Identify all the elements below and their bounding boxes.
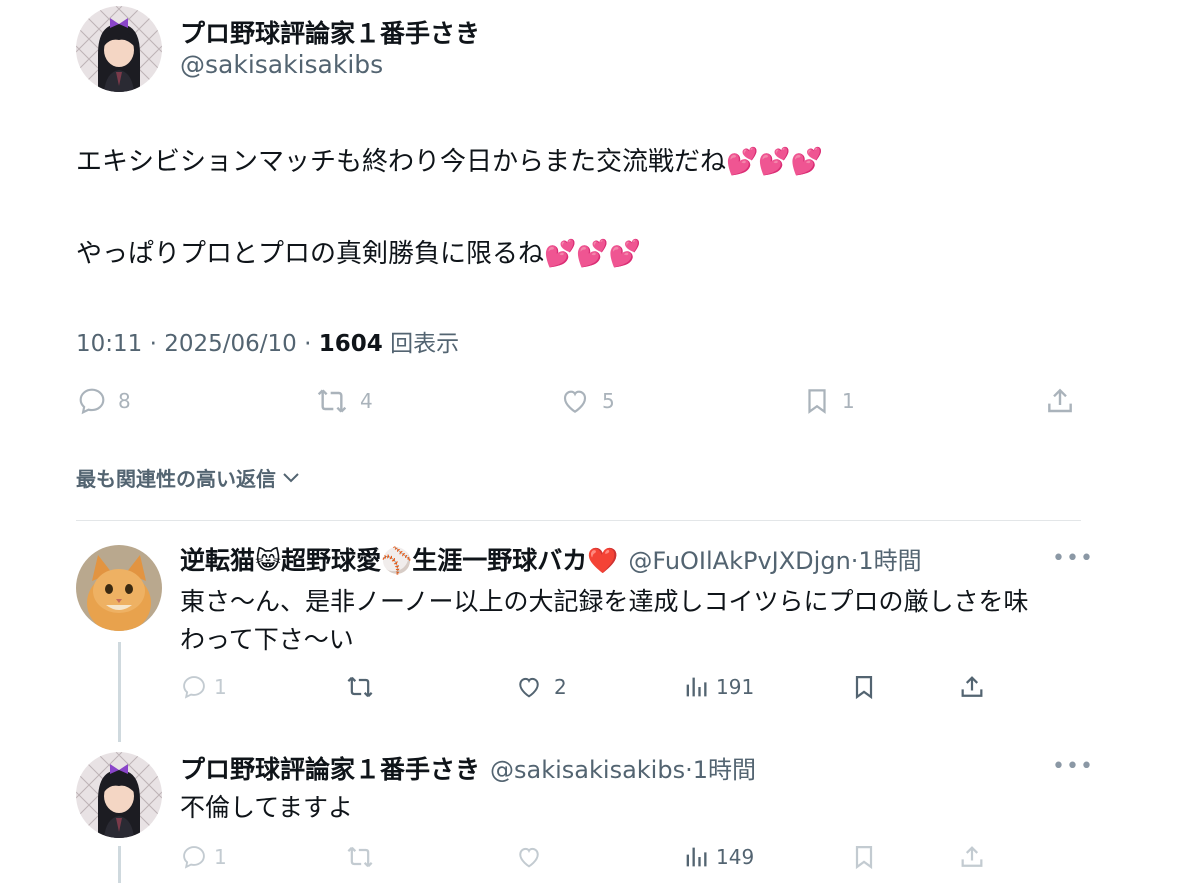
reply-avatar[interactable] bbox=[76, 752, 162, 838]
tweet-meta: 10:11 · 2025/06/10 · 1604 回表示 bbox=[76, 324, 459, 358]
retweet-count: 4 bbox=[360, 389, 373, 413]
like-button[interactable]: 2 bbox=[514, 673, 567, 701]
reply-button[interactable]: 8 bbox=[76, 385, 131, 417]
reply-icon bbox=[183, 846, 205, 869]
reply-time[interactable]: ·1時間 bbox=[685, 750, 756, 785]
bookmark-icon bbox=[855, 675, 873, 700]
views-count: 191 bbox=[716, 675, 755, 699]
views-count: 149 bbox=[716, 845, 755, 869]
share-button[interactable] bbox=[958, 673, 986, 701]
more-options-icon[interactable]: ••• bbox=[1052, 754, 1094, 779]
tweet-date[interactable]: 2025/06/10 bbox=[164, 331, 297, 357]
retweet-button[interactable] bbox=[344, 673, 376, 701]
tweet-time[interactable]: 10:11 bbox=[76, 331, 142, 357]
thread-connector bbox=[118, 642, 121, 742]
reply-button[interactable]: 1 bbox=[180, 673, 227, 701]
like-count: 5 bbox=[602, 389, 615, 413]
retweet-icon bbox=[347, 846, 373, 868]
bookmark-count: 1 bbox=[842, 389, 855, 413]
reply-avatar[interactable] bbox=[76, 545, 162, 631]
reply-icon bbox=[183, 676, 205, 699]
reply-count: 8 bbox=[118, 389, 131, 413]
retweet-button[interactable] bbox=[344, 843, 376, 871]
girl-avatar-icon bbox=[76, 6, 162, 92]
heart-icon bbox=[519, 677, 539, 698]
tweet-text-line-2: やっぱりプロとプロの真剣勝負に限るね💕💕💕 bbox=[76, 239, 642, 269]
meta-separator: · bbox=[304, 331, 319, 357]
retweet-icon bbox=[317, 389, 347, 413]
share-icon bbox=[1048, 388, 1072, 413]
reply-header: プロ野球評論家１番手さき @sakisakisakibs ·1時間 bbox=[180, 750, 756, 786]
bookmark-icon bbox=[855, 845, 873, 870]
views-button[interactable]: 149 bbox=[682, 843, 754, 871]
tweet-text-line-1: エキシビションマッチも終わり今日からまた交流戦だね💕💕💕 bbox=[76, 147, 824, 177]
thread-connector bbox=[118, 846, 121, 883]
reply-author-name[interactable]: 逆転猫😸超野球愛⚾生涯一野球バカ❤️ bbox=[180, 541, 618, 577]
heart-icon bbox=[563, 390, 587, 413]
views-button[interactable]: 191 bbox=[682, 673, 754, 701]
reply-icon bbox=[79, 388, 105, 415]
meta-separator: · bbox=[149, 331, 165, 357]
like-button[interactable] bbox=[514, 843, 544, 871]
reply-time[interactable]: ·1時間 bbox=[851, 541, 922, 576]
reply-header: 逆転猫😸超野球愛⚾生涯一野球バカ❤️ @FuOIlAkPvJXDjgn ·1時間 bbox=[180, 541, 922, 577]
author-avatar[interactable] bbox=[76, 6, 162, 92]
analytics-icon bbox=[686, 847, 707, 867]
like-count: 2 bbox=[554, 675, 567, 699]
reply-count: 1 bbox=[214, 845, 227, 869]
retweet-icon bbox=[347, 676, 373, 698]
like-button[interactable]: 5 bbox=[558, 385, 615, 417]
analytics-icon bbox=[686, 677, 707, 697]
retweet-button[interactable]: 4 bbox=[314, 385, 373, 417]
bookmark-button[interactable] bbox=[850, 673, 878, 701]
reply-count: 1 bbox=[214, 675, 227, 699]
bookmark-icon bbox=[808, 389, 826, 414]
section-divider bbox=[76, 520, 1081, 521]
share-button[interactable] bbox=[958, 843, 986, 871]
reply-sort-dropdown[interactable]: 最も関連性の高い返信 bbox=[76, 463, 300, 492]
reply-author-handle[interactable]: @sakisakisakibs bbox=[490, 756, 685, 784]
reply-text-line-2: わって下さ〜い bbox=[180, 625, 354, 654]
chevron-down-icon bbox=[283, 472, 299, 482]
share-button[interactable] bbox=[1044, 385, 1076, 417]
reply-text-line-1: 東さ〜ん、是非ノーノー以上の大記録を達成しコイツらにプロの厳しさを味 bbox=[180, 587, 1029, 616]
reply-button[interactable]: 1 bbox=[180, 843, 227, 871]
girl-avatar-icon bbox=[76, 752, 162, 838]
author-handle[interactable]: @sakisakisakibs bbox=[180, 50, 383, 79]
heart-icon bbox=[519, 847, 539, 868]
more-options-icon[interactable]: ••• bbox=[1052, 546, 1094, 571]
bookmark-button[interactable]: 1 bbox=[802, 385, 855, 417]
reply-author-name[interactable]: プロ野球評論家１番手さき bbox=[180, 750, 480, 786]
share-icon bbox=[961, 846, 983, 867]
views-count: 1604 bbox=[318, 331, 383, 357]
views-label: 回表示 bbox=[390, 331, 460, 357]
sort-label: 最も関連性の高い返信 bbox=[76, 467, 276, 491]
reply-author-handle[interactable]: @FuOIlAkPvJXDjgn bbox=[628, 547, 850, 575]
share-icon bbox=[961, 676, 983, 697]
bookmark-button[interactable] bbox=[850, 843, 878, 871]
cat-avatar-icon bbox=[76, 545, 162, 631]
reply-text-line-1: 不倫してますよ bbox=[180, 793, 354, 822]
author-name[interactable]: プロ野球評論家１番手さき bbox=[180, 14, 480, 50]
